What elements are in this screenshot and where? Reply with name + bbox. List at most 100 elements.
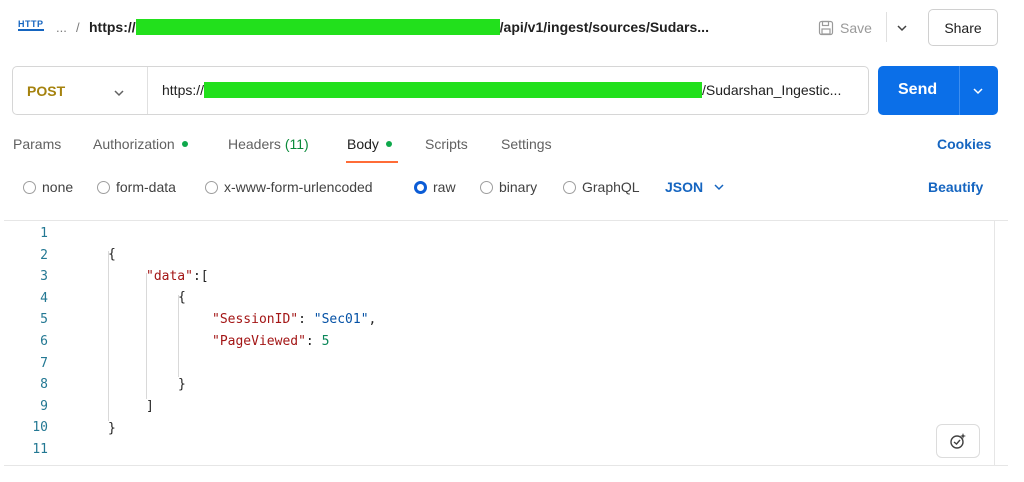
send-label: Send: [898, 81, 938, 98]
divider: [147, 67, 148, 114]
punctuation: :: [298, 312, 314, 327]
line-number: 1: [40, 226, 48, 241]
http-icon: HTTP: [18, 19, 44, 31]
bracket: ]: [146, 399, 154, 414]
radio-binary[interactable]: binary: [480, 179, 537, 195]
chevron-down-icon: [714, 184, 724, 191]
radio-form-data[interactable]: form-data: [97, 179, 176, 195]
radio-icon: [23, 180, 36, 194]
ai-assist-button[interactable]: [936, 424, 980, 458]
option-label: raw: [433, 179, 456, 195]
redacted-block: [204, 82, 703, 98]
breadcrumb-separator: /: [76, 20, 80, 35]
tab-label: Body: [347, 136, 379, 152]
code-line-2: {: [108, 244, 116, 266]
code-line-6: "PageViewed": 5: [212, 331, 329, 353]
radio-icon: [97, 180, 110, 194]
option-label: binary: [499, 179, 538, 195]
punctuation: ,: [368, 312, 377, 327]
title-url-suffix: /api/v1/ingest/sources/Sudars...: [499, 19, 709, 35]
line-number: 3: [40, 269, 48, 285]
beautify-button[interactable]: Beautify: [928, 179, 983, 195]
radio-icon: [205, 180, 218, 194]
brace: {: [108, 247, 116, 262]
redacted-block: [135, 19, 500, 35]
chevron-down-icon[interactable]: [896, 22, 908, 34]
code-line-3: "data":[: [146, 266, 209, 288]
headers-count: (11): [284, 136, 309, 152]
line-number: 8: [40, 377, 48, 393]
top-bar: HTTP ... / https:// /api/v1/ingest/source…: [0, 0, 1024, 56]
request-title[interactable]: https:// /api/v1/ingest/sources/Sudars...: [89, 19, 709, 35]
share-button[interactable]: Share: [928, 9, 998, 46]
tab-label: Headers: [228, 136, 281, 152]
brace: }: [108, 421, 116, 436]
url-prefix: https://: [162, 82, 205, 98]
body-type-options: none form-data x-www-form-urlencoded raw…: [0, 176, 1024, 200]
status-dot: [385, 141, 392, 147]
radio-icon: [480, 180, 493, 194]
request-bar: POST https:// /Sudarshan_Ingestic...: [12, 66, 869, 115]
divider: [959, 66, 960, 115]
save-icon: [818, 20, 834, 36]
option-label: x-www-form-urlencoded: [224, 179, 373, 195]
radio-urlencoded[interactable]: x-www-form-urlencoded: [205, 179, 373, 195]
tab-authorization[interactable]: Authorization: [93, 136, 188, 152]
tab-label: Authorization: [93, 136, 175, 152]
radio-graphql[interactable]: GraphQL: [563, 179, 640, 195]
json-string: "Sec01": [313, 312, 369, 327]
url-suffix: /Sudarshan_Ingestic...: [702, 82, 842, 98]
line-number: 11: [32, 442, 48, 457]
punctuation: :[: [192, 269, 209, 284]
tab-settings[interactable]: Settings: [501, 136, 552, 152]
line-number: 4: [40, 290, 48, 306]
option-label: none: [42, 179, 74, 195]
brace: {: [178, 290, 186, 305]
brace: }: [178, 377, 186, 392]
divider: [886, 12, 887, 42]
radio-raw[interactable]: raw: [414, 179, 456, 195]
method-select[interactable]: POST: [27, 83, 65, 99]
chevron-down-icon[interactable]: [113, 87, 125, 99]
json-number: 5: [321, 334, 330, 349]
send-button[interactable]: Send: [878, 66, 998, 115]
code-editor[interactable]: 1 2 3 4 5 6 7 8 9 10 11 { "data":[ { "SessionID": …: [4, 220, 1008, 466]
code-line-5: "SessionID": "Sec01",: [212, 309, 376, 331]
punctuation: :: [305, 334, 322, 349]
indent-guide: [146, 273, 147, 399]
sparkle-icon: [950, 433, 966, 449]
json-key: "PageViewed": [212, 334, 306, 349]
option-label: form-data: [116, 179, 176, 195]
active-tab-indicator: [346, 161, 398, 163]
url-input[interactable]: https:// /Sudarshan_Ingestic...: [162, 82, 862, 98]
code-line-4: {: [178, 287, 186, 309]
format-label: JSON: [665, 179, 704, 195]
tab-scripts[interactable]: Scripts: [425, 136, 468, 152]
chevron-down-icon[interactable]: [972, 85, 984, 97]
json-key: "data": [146, 269, 193, 284]
json-key: "SessionID": [212, 312, 299, 327]
line-number: 10: [32, 420, 48, 436]
scrollbar[interactable]: [994, 221, 995, 465]
radio-selected-icon: [414, 180, 427, 194]
status-dot: [181, 141, 188, 147]
format-select[interactable]: JSON: [665, 179, 725, 195]
breadcrumb-collapsed[interactable]: ...: [56, 20, 67, 35]
radio-icon: [563, 180, 576, 194]
tab-params[interactable]: Params: [13, 136, 61, 152]
line-number: 5: [40, 312, 48, 328]
cookies-link[interactable]: Cookies: [937, 136, 991, 152]
option-label: GraphQL: [582, 179, 640, 195]
tab-headers[interactable]: Headers (11): [228, 136, 309, 152]
code-line-9: ]: [146, 396, 154, 418]
line-number: 6: [40, 334, 48, 349]
line-number: 9: [40, 398, 48, 414]
tab-body[interactable]: Body: [347, 136, 392, 152]
save-button[interactable]: Save: [818, 17, 872, 39]
indent-guide: [108, 251, 109, 421]
line-number: 2: [40, 247, 48, 263]
save-label: Save: [840, 20, 872, 36]
title-url-prefix: https://: [89, 19, 136, 35]
code-line-10: }: [108, 418, 116, 440]
radio-none[interactable]: none: [23, 179, 73, 195]
